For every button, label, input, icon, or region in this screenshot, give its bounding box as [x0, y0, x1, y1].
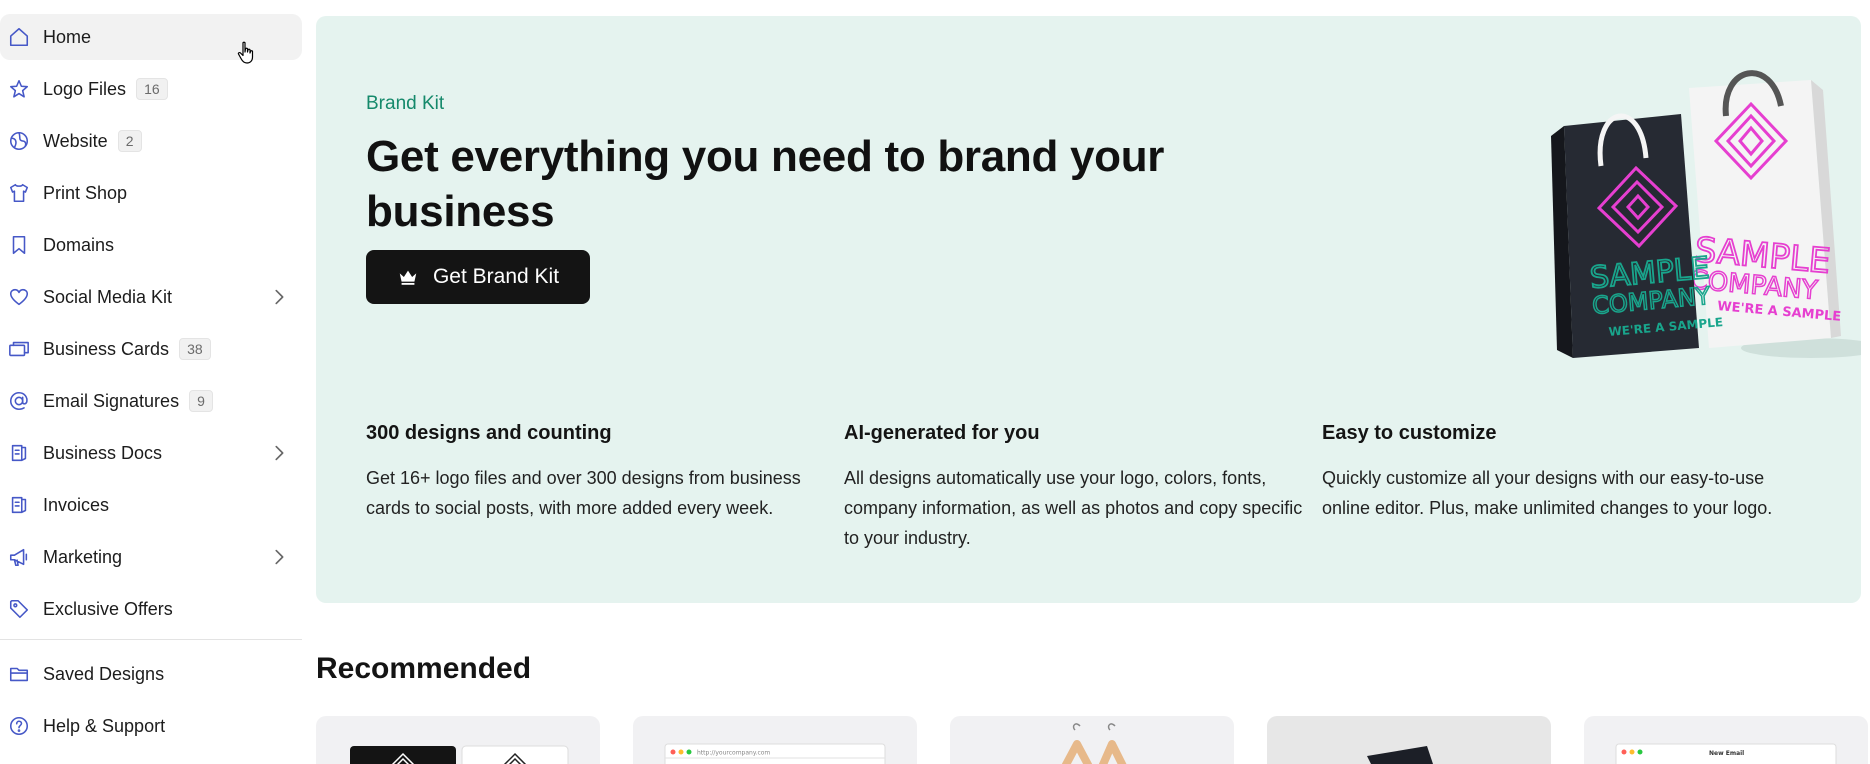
brand-kit-banner: Brand Kit Get everything you need to bra…	[316, 16, 1861, 603]
bookmark-icon	[8, 234, 30, 256]
tag-icon	[8, 598, 30, 620]
sidebar-item-domains[interactable]: Domains	[0, 222, 302, 268]
sidebar-item-exclusive-offers[interactable]: Exclusive Offers	[0, 586, 302, 632]
email-preview: New Email	[1615, 743, 1837, 764]
recommended-card-email-signature[interactable]: New Email	[1584, 716, 1868, 764]
sidebar-item-social-media-kit[interactable]: Social Media Kit	[0, 274, 302, 320]
recommended-card-business-cards[interactable]	[316, 716, 600, 764]
feature-title: Easy to customize	[1322, 422, 1497, 444]
cards-icon	[8, 338, 30, 360]
sidebar-divider	[0, 639, 302, 640]
recommended-card-print[interactable]	[1267, 716, 1551, 764]
sidebar-item-label: Email Signatures	[43, 390, 180, 411]
banner-title: Get everything you need to brand your bu…	[366, 132, 1165, 236]
feature-description: Quickly customize all your designs with …	[1322, 468, 1773, 518]
at-icon	[8, 390, 30, 412]
megaphone-icon	[8, 546, 30, 568]
sidebar-item-label: Home	[43, 26, 92, 47]
star-icon	[8, 78, 30, 100]
sidebar-item-label: Invoices	[43, 494, 110, 515]
sidebar-item-email-signatures[interactable]: Email Signatures 9	[0, 378, 302, 424]
sidebar-item-label: Print Shop	[43, 182, 128, 203]
count-badge: 38	[179, 338, 211, 360]
folder-icon	[8, 663, 30, 685]
count-badge: 2	[117, 130, 142, 152]
get-brand-kit-button[interactable]: Get Brand Kit	[366, 250, 590, 304]
sidebar-item-print-shop[interactable]: Print Shop	[0, 170, 302, 216]
shirt-icon	[8, 182, 30, 204]
sidebar-item-help-support[interactable]: Help & Support	[0, 703, 302, 749]
sidebar-item-label: Domains	[43, 234, 115, 255]
chevron-right-icon[interactable]	[268, 442, 290, 464]
feature-title: 300 designs and counting	[366, 422, 612, 444]
get-brand-kit-label: Get Brand Kit	[432, 265, 560, 288]
feature-designs: 300 designs and counting Get 16+ logo fi…	[366, 422, 826, 523]
sidebar: Home Logo Files 16 Website 2 Print Shop …	[0, 0, 302, 764]
sidebar-item-label: Marketing	[43, 546, 123, 567]
sidebar-item-label: Website	[43, 130, 108, 151]
feature-ai: AI-generated for you All designs automat…	[844, 422, 1304, 553]
feature-title: AI-generated for you	[844, 422, 1040, 444]
sidebar-item-logo-files[interactable]: Logo Files 16	[0, 66, 302, 112]
sidebar-item-marketing[interactable]: Marketing	[0, 534, 302, 580]
count-badge: 9	[189, 390, 213, 412]
sidebar-item-invoices[interactable]: Invoices	[0, 482, 302, 528]
sidebar-item-label: Exclusive Offers	[43, 598, 173, 619]
sidebar-item-label: Logo Files	[43, 78, 127, 99]
count-badge: 16	[136, 78, 168, 100]
hand-cursor-icon	[237, 41, 254, 64]
globe-icon	[8, 130, 30, 152]
home-icon	[8, 26, 30, 48]
website-preview: http://yourcompany.com	[664, 743, 886, 764]
chevron-right-icon[interactable]	[268, 546, 290, 568]
feature-description: Get 16+ logo files and over 300 designs …	[366, 468, 801, 518]
sidebar-item-label: Help & Support	[43, 715, 166, 736]
crown-icon	[399, 270, 417, 285]
shopping-bags-image: SAMPLE COMPANY WE'RE A SAMPLE SAMPLE COM…	[1551, 70, 1861, 358]
heart-icon	[8, 286, 30, 308]
new-email-text: New Email	[1709, 750, 1744, 757]
help-icon	[8, 715, 30, 737]
feature-customize: Easy to customize Quickly customize all …	[1322, 422, 1782, 523]
sidebar-item-label: Social Media Kit	[43, 286, 173, 307]
sidebar-item-saved-designs[interactable]: Saved Designs	[0, 651, 302, 697]
sidebar-item-label: Saved Designs	[43, 663, 165, 684]
recommended-heading: Recommended	[316, 652, 532, 685]
sidebar-item-website[interactable]: Website 2	[0, 118, 302, 164]
sidebar-item-business-docs[interactable]: Business Docs	[0, 430, 302, 476]
business-card-preview	[350, 745, 569, 764]
sidebar-item-business-cards[interactable]: Business Cards 38	[0, 326, 302, 372]
document-icon	[8, 442, 30, 464]
invoice-icon	[8, 494, 30, 516]
recommended-card-apparel[interactable]	[950, 716, 1234, 764]
chevron-right-icon[interactable]	[268, 286, 290, 308]
recommended-card-website[interactable]: http://yourcompany.com	[633, 716, 917, 764]
feature-description: All designs automatically use your logo,…	[844, 468, 1303, 548]
sidebar-item-label: Business Cards	[43, 338, 170, 359]
url-text: http://yourcompany.com	[697, 750, 770, 757]
print-preview	[1367, 746, 1433, 764]
sidebar-item-label: Business Docs	[43, 442, 163, 463]
apparel-preview	[1061, 723, 1127, 764]
banner-eyebrow: Brand Kit	[366, 93, 445, 114]
